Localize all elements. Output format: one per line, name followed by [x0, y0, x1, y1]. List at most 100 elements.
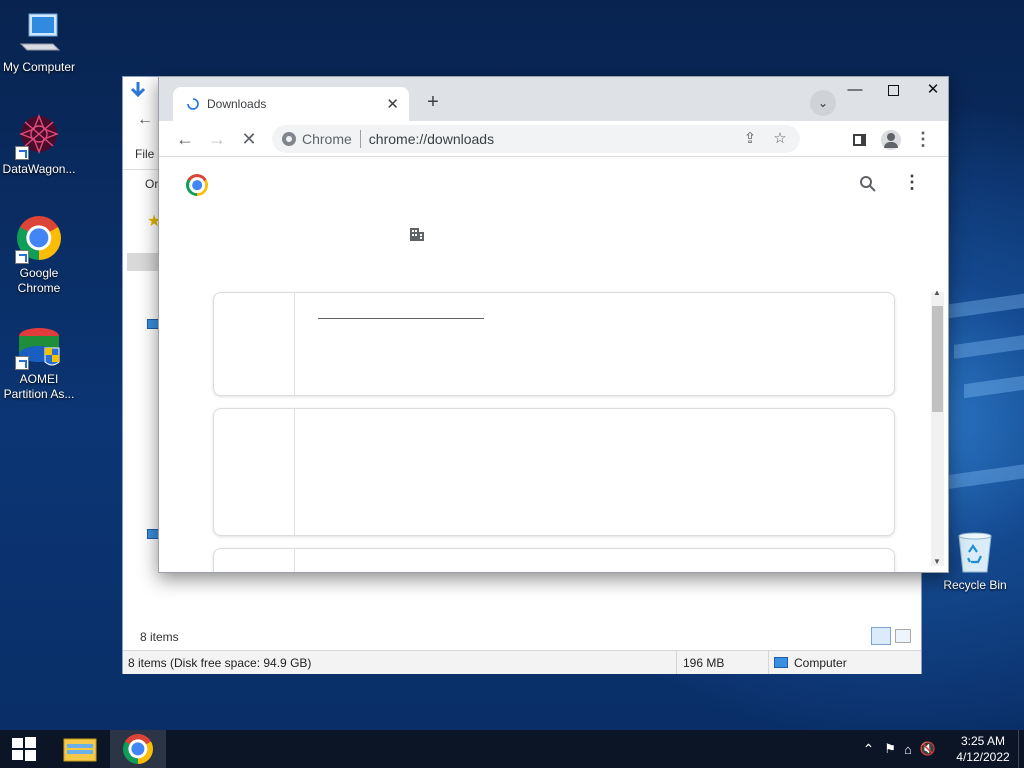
chrome-menu-button[interactable]: ⋮ — [909, 125, 937, 153]
taskbar-file-explorer[interactable] — [52, 730, 108, 768]
wallpaper-beam — [954, 335, 1024, 359]
download-card[interactable] — [213, 548, 895, 572]
clock[interactable]: 3:25 AM 4/12/2022 — [948, 733, 1018, 765]
preview-view-button[interactable] — [895, 629, 911, 643]
more-vert-icon: ⋮ — [914, 129, 932, 149]
nav-pane-selected — [127, 253, 159, 271]
wallpaper-beam — [944, 464, 1024, 490]
stop-button[interactable]: ✕ — [235, 125, 263, 153]
scroll-up-icon[interactable]: ▲ — [933, 288, 941, 297]
status-disk-space: 8 items (Disk free space: 94.9 GB) — [123, 651, 677, 674]
side-panel-icon — [852, 134, 866, 147]
windows-logo-icon — [12, 737, 36, 761]
desktop-icon-label: AOMEI Partition As... — [3, 372, 75, 401]
more-options-button[interactable]: ⋮ — [903, 172, 921, 193]
desktop-icon-label: Google Chrome — [17, 266, 61, 295]
scroll-down-icon[interactable]: ▼ — [933, 557, 941, 566]
desktop-icon-label: Recycle Bin — [943, 578, 1007, 592]
chrome-toolbar: ← → ✕ Chrome chrome://downloads ⇪ ☆ ⋮ — [159, 121, 948, 157]
wallpaper-beam — [964, 375, 1024, 399]
divider — [359, 130, 361, 148]
back-arrow-icon[interactable]: ← — [137, 111, 153, 129]
divider — [294, 293, 295, 395]
site-label: Chrome — [302, 131, 352, 147]
status-bar: 8 items (Disk free space: 94.9 GB) 196 M… — [123, 650, 921, 674]
download-arrow-icon — [129, 81, 147, 99]
speaker-muted-icon[interactable]: 🔇 — [920, 741, 936, 757]
clock-time: 3:25 AM — [960, 734, 1006, 748]
stop-icon: ✕ — [241, 129, 257, 149]
taskbar-chrome[interactable] — [110, 730, 166, 768]
tab-downloads[interactable]: Downloads ✕ — [173, 87, 409, 121]
chrome-icon — [123, 734, 153, 764]
progress-line — [318, 318, 484, 319]
chrome-window[interactable]: Downloads ✕ + ⌄ — ✕ ← → ✕ Chrome chrome:… — [158, 76, 949, 573]
tab-search-button[interactable]: ⌄ — [810, 90, 836, 116]
status-location-label: Computer — [794, 655, 847, 670]
desktop-icon-datawagon[interactable]: DataWagon... — [0, 112, 78, 177]
datawagon-icon — [15, 112, 63, 160]
bookmark-star-icon[interactable]: ☆ — [766, 125, 794, 153]
shortcut-arrow-icon — [15, 146, 29, 160]
scrollbar-thumb[interactable] — [932, 306, 943, 412]
divider — [294, 549, 295, 572]
side-panel-button[interactable] — [845, 125, 873, 153]
clock-date: 4/12/2022 — [956, 750, 1010, 764]
maximize-icon — [887, 84, 899, 96]
status-size: 196 MB — [677, 651, 769, 674]
system-tray: ⌃ ⚑ ⌂ 🔇 3:25 AM 4/12/2022 — [863, 730, 1024, 768]
desktop-icon-label: DataWagon... — [2, 162, 76, 176]
address-bar[interactable]: Chrome chrome://downloads ⇪ ☆ — [272, 125, 800, 153]
flag-icon[interactable]: ⚑ — [884, 741, 896, 757]
new-tab-button[interactable]: + — [421, 91, 445, 115]
desktop-icon-label: My Computer — [2, 60, 76, 74]
minimize-button[interactable]: — — [835, 77, 875, 105]
taskbar: ⌃ ⚑ ⌂ 🔇 3:25 AM 4/12/2022 — [0, 730, 1024, 768]
start-button[interactable] — [0, 730, 48, 768]
profile-button[interactable] — [877, 125, 905, 153]
avatar — [881, 130, 901, 151]
url-text[interactable]: chrome://downloads — [369, 131, 494, 147]
recycle-bin-icon — [951, 528, 999, 576]
shortcut-arrow-icon — [15, 250, 29, 264]
chevron-up-icon[interactable]: ⌃ — [863, 741, 875, 758]
forward-button[interactable]: → — [203, 125, 231, 153]
minimize-icon: — — [847, 81, 863, 98]
details-view-button[interactable] — [871, 627, 891, 645]
desktop-icon-aomei[interactable]: AOMEI Partition As... — [0, 322, 78, 402]
chrome-site-icon — [282, 132, 296, 146]
aomei-icon — [15, 322, 63, 370]
computer-icon — [15, 10, 63, 58]
divider — [123, 169, 159, 170]
loading-spinner-icon — [187, 98, 199, 110]
download-card[interactable] — [213, 292, 895, 396]
status-item-count: 8 items — [140, 630, 179, 644]
divider — [294, 409, 295, 535]
chevron-down-icon: ⌄ — [817, 96, 829, 110]
managed-building-icon — [409, 226, 425, 242]
desktop-icon-my-computer[interactable]: My Computer — [0, 10, 78, 75]
folder-icon — [63, 738, 97, 762]
maximize-button[interactable] — [873, 77, 913, 105]
network-icon[interactable]: ⌂ — [904, 742, 912, 757]
scrollbar[interactable]: ▲ ▼ — [931, 288, 944, 566]
chrome-icon — [15, 216, 63, 264]
tab-title: Downloads — [207, 97, 267, 111]
search-icon[interactable] — [858, 174, 878, 194]
download-card[interactable] — [213, 408, 895, 536]
forward-arrow-icon: → — [208, 129, 226, 149]
chrome-logo-icon — [186, 174, 208, 196]
tab-strip: Downloads ✕ + ⌄ — ✕ — [159, 77, 948, 121]
close-icon: ✕ — [926, 81, 940, 98]
share-icon[interactable]: ⇪ — [736, 125, 764, 153]
show-desktop-button[interactable] — [1018, 730, 1024, 768]
close-window-button[interactable]: ✕ — [913, 77, 953, 105]
desktop-icon-google-chrome[interactable]: Google Chrome — [0, 216, 78, 296]
back-arrow-icon: ← — [176, 129, 194, 149]
computer-icon — [774, 657, 788, 668]
menu-file[interactable]: File — [135, 147, 154, 161]
shortcut-arrow-icon — [15, 356, 29, 370]
downloads-page: ⋮ ▲ ▼ — [159, 158, 948, 572]
tab-close-button[interactable]: ✕ — [386, 95, 399, 113]
back-button[interactable]: ← — [171, 125, 199, 153]
